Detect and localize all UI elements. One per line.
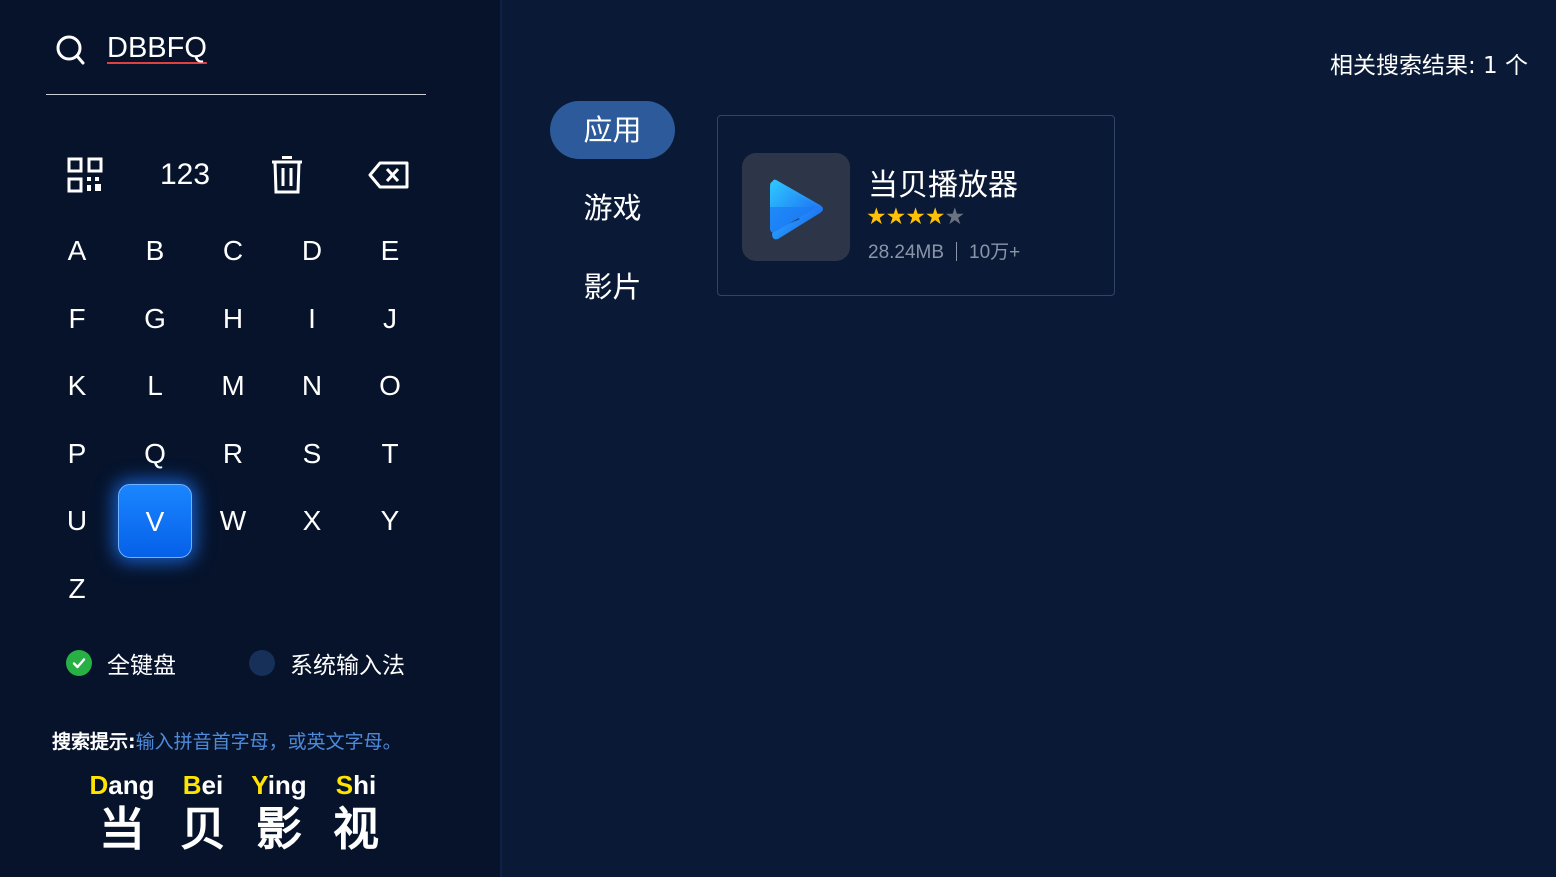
app-result-card[interactable]: 当贝播放器 ★★★★★ 28.24MB 10万+ <box>717 115 1115 296</box>
tab-movies[interactable]: 影片 <box>550 258 675 316</box>
key-b[interactable]: B <box>118 214 192 288</box>
key-l[interactable]: L <box>118 349 192 423</box>
app-meta: 28.24MB 10万+ <box>868 237 1020 264</box>
key-p[interactable]: P <box>40 417 114 491</box>
search-query[interactable]: DBBFQ <box>107 32 207 65</box>
mode-label: 全键盘 <box>107 653 176 679</box>
radio-icon <box>249 650 275 676</box>
play-icon <box>770 179 823 240</box>
pinyin-hanzi: 影 <box>256 802 302 856</box>
key-o[interactable]: O <box>353 349 427 423</box>
star-icon: ★ <box>924 204 946 230</box>
keyboard-panel: DBBFQ 123 ABCDEFGHIJKLMNOPQRSTUVWXYZ 全键盘… <box>0 0 502 877</box>
key-s[interactable]: S <box>275 417 349 491</box>
pinyin-rest: hi <box>353 770 377 800</box>
qr-code-icon <box>67 157 103 193</box>
key-t[interactable]: T <box>353 417 427 491</box>
pinyin-initial: B <box>182 770 202 800</box>
key-q[interactable]: Q <box>118 417 192 491</box>
check-icon <box>66 650 92 676</box>
star-icon: ★ <box>885 204 907 230</box>
pinyin-initial: D <box>89 770 109 800</box>
pinyin-hanzi: 贝 <box>180 802 226 856</box>
key-r[interactable]: R <box>196 417 270 491</box>
numeric-key[interactable]: 123 <box>148 145 222 205</box>
numeric-label: 123 <box>159 158 211 191</box>
search-bar[interactable]: DBBFQ <box>46 30 426 95</box>
key-z[interactable]: Z <box>40 552 114 626</box>
key-n[interactable]: N <box>275 349 349 423</box>
app-name: 当贝播放器 <box>868 168 1018 203</box>
star-icon: ★ <box>905 204 926 230</box>
key-e[interactable]: E <box>353 214 427 288</box>
result-number: 1 个 <box>1483 53 1528 79</box>
pinyin-item: Bei 贝 <box>168 768 238 856</box>
key-d[interactable]: D <box>275 214 349 288</box>
key-x[interactable]: X <box>275 484 349 558</box>
result-label: 相关搜索结果: <box>1329 53 1476 79</box>
pinyin-hanzi: 当 <box>99 802 145 856</box>
key-m[interactable]: M <box>196 349 270 423</box>
pinyin-rest: ang <box>108 770 155 800</box>
key-u[interactable]: U <box>40 484 114 558</box>
key-f[interactable]: F <box>40 282 114 356</box>
backspace-icon <box>368 160 410 190</box>
clear-key[interactable] <box>250 145 324 205</box>
pinyin-rest: ei <box>201 770 224 800</box>
hint-label: 搜索提示: <box>52 731 136 753</box>
result-count: 相关搜索结果: 1 个 <box>1330 46 1528 80</box>
star-icon: ★ <box>944 204 966 230</box>
key-w[interactable]: W <box>196 484 270 558</box>
key-i[interactable]: I <box>275 282 349 356</box>
mode-system-ime[interactable]: 系统输入法 <box>249 646 405 680</box>
app-downloads: 10万+ <box>969 242 1021 263</box>
mode-full-keyboard[interactable]: 全键盘 <box>66 646 176 680</box>
app-rating: ★★★★★ <box>866 204 966 230</box>
search-icon <box>56 35 85 65</box>
pinyin-item: Ying 影 <box>244 768 314 856</box>
mode-label: 系统输入法 <box>290 653 405 679</box>
star-icon: ★ <box>866 204 887 230</box>
pinyin-item: Dang 当 <box>87 768 157 856</box>
meta-divider <box>956 242 958 261</box>
backspace-key[interactable] <box>352 145 426 205</box>
qr-code-key[interactable] <box>48 145 122 205</box>
key-k[interactable]: K <box>40 349 114 423</box>
pinyin-initial: Y <box>251 770 268 800</box>
app-icon <box>742 153 850 261</box>
key-c[interactable]: C <box>196 214 270 288</box>
key-g[interactable]: G <box>118 282 192 356</box>
key-y[interactable]: Y <box>353 484 427 558</box>
tab-games[interactable]: 游戏 <box>550 179 675 237</box>
hint-text: 输入拼音首字母，或英文字母。 <box>135 731 402 753</box>
pinyin-item: Shi 视 <box>321 768 391 856</box>
search-hint: 搜索提示:输入拼音首字母，或英文字母。 <box>52 727 402 754</box>
pinyin-rest: ing <box>267 770 307 800</box>
clear-icon <box>270 156 304 194</box>
pinyin-initial: S <box>335 770 354 800</box>
key-j[interactable]: J <box>353 282 427 356</box>
tab-apps[interactable]: 应用 <box>550 101 675 159</box>
key-h[interactable]: H <box>196 282 270 356</box>
key-v[interactable]: V <box>118 484 192 558</box>
key-a[interactable]: A <box>40 214 114 288</box>
app-size: 28.24MB <box>868 242 945 263</box>
pinyin-hanzi: 视 <box>333 802 379 856</box>
